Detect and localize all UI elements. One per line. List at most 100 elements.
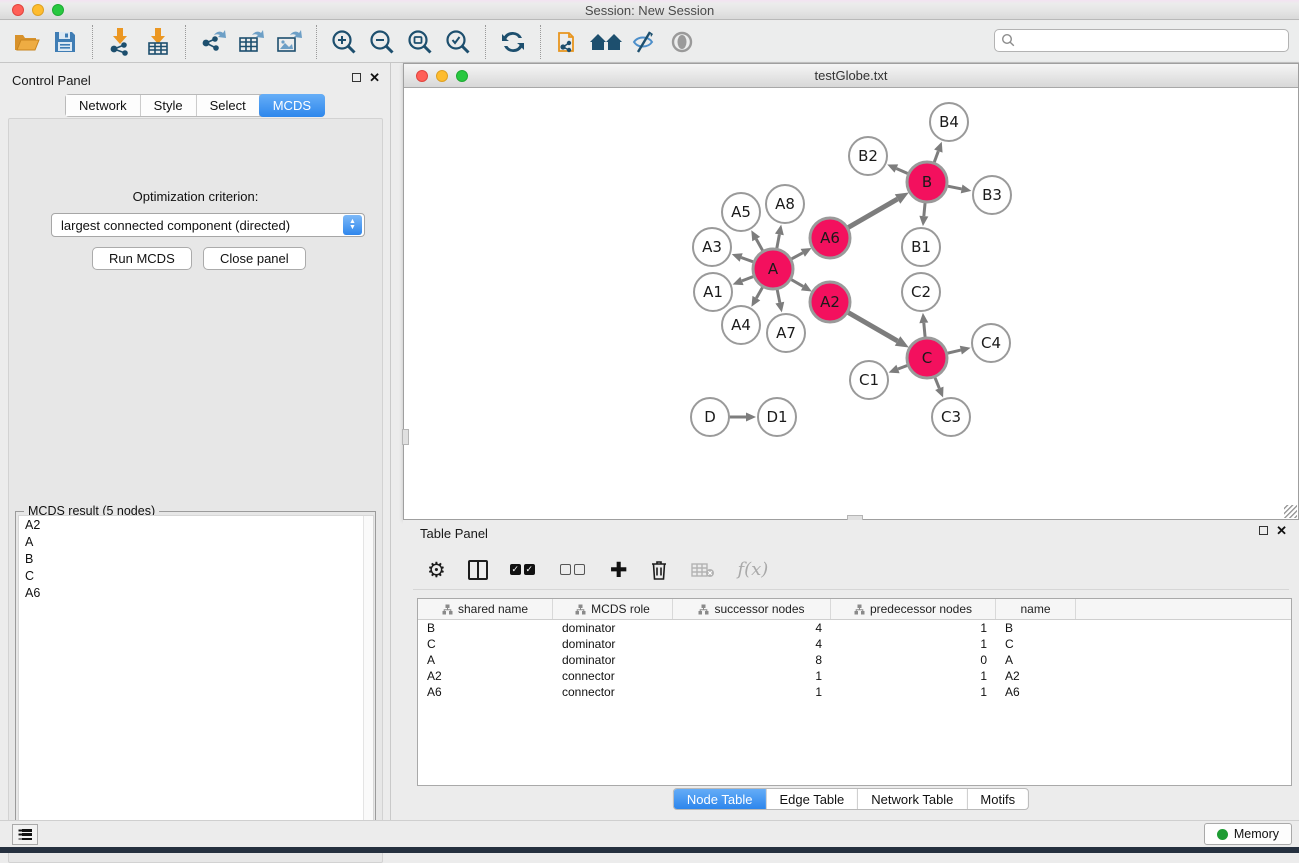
mcds-result-list[interactable]: A2ABCA6: [18, 515, 374, 848]
cell-name[interactable]: A2: [996, 668, 1076, 684]
table-row[interactable]: Adominator80A: [418, 652, 1291, 668]
cell-predecessor-nodes[interactable]: 1: [831, 684, 996, 700]
tab-mcds[interactable]: MCDS: [259, 94, 325, 117]
cell-predecessor-nodes[interactable]: 1: [831, 668, 996, 684]
import-table-icon[interactable]: [139, 25, 177, 59]
cell-predecessor-nodes[interactable]: 0: [831, 652, 996, 668]
clone-network-icon[interactable]: [549, 25, 587, 59]
node-B3[interactable]: B3: [973, 176, 1011, 214]
zoom-out-icon[interactable]: [363, 25, 401, 59]
node-A8[interactable]: A8: [766, 185, 804, 223]
cell-MCDS-role[interactable]: connector: [553, 668, 673, 684]
node-A1[interactable]: A1: [694, 273, 732, 311]
cell-MCDS-role[interactable]: connector: [553, 684, 673, 700]
cell-successor-nodes[interactable]: 4: [673, 620, 831, 636]
result-item[interactable]: A: [19, 533, 373, 550]
cell-MCDS-role[interactable]: dominator: [553, 652, 673, 668]
column-header-predecessor-nodes[interactable]: predecessor nodes: [831, 599, 996, 619]
node-table[interactable]: shared nameMCDS rolesuccessor nodesprede…: [417, 598, 1292, 786]
delete-columns-icon[interactable]: [649, 559, 669, 581]
node-A7[interactable]: A7: [767, 314, 805, 352]
zoom-in-icon[interactable]: [325, 25, 363, 59]
import-network-icon[interactable]: [101, 25, 139, 59]
criterion-dropdown[interactable]: largest connected component (directed) ▲…: [51, 213, 365, 237]
column-header-MCDS-role[interactable]: MCDS role: [553, 599, 673, 619]
tab-node-table[interactable]: Node Table: [674, 789, 767, 809]
node-B1[interactable]: B1: [902, 228, 940, 266]
cell-name[interactable]: A: [996, 652, 1076, 668]
cell-successor-nodes[interactable]: 1: [673, 668, 831, 684]
cell-shared-name[interactable]: A: [418, 652, 553, 668]
close-table-panel-icon[interactable]: ✕: [1276, 526, 1287, 535]
cell-shared-name[interactable]: B: [418, 620, 553, 636]
node-D1[interactable]: D1: [758, 398, 796, 436]
table-options-icon[interactable]: ⚙: [427, 560, 446, 580]
node-A4[interactable]: A4: [722, 306, 760, 344]
column-header-successor-nodes[interactable]: successor nodes: [673, 599, 831, 619]
export-image-icon[interactable]: [270, 25, 308, 59]
cell-name[interactable]: A6: [996, 684, 1076, 700]
cell-MCDS-role[interactable]: dominator: [553, 620, 673, 636]
node-B[interactable]: B: [907, 162, 947, 202]
birdseye-view-icon[interactable]: [663, 25, 701, 59]
network-canvas[interactable]: B4B2BB3A8A5A6A3B1AA1C2A2A4A7CC4C1C3DD1: [404, 88, 1298, 517]
table-row[interactable]: Bdominator41B: [418, 620, 1291, 636]
float-panel-icon[interactable]: [352, 73, 361, 82]
tab-style[interactable]: Style: [141, 95, 197, 116]
cell-MCDS-role[interactable]: dominator: [553, 636, 673, 652]
result-scrollbar[interactable]: [363, 516, 373, 847]
result-item[interactable]: B: [19, 550, 373, 567]
column-header-shared-name[interactable]: shared name: [418, 599, 553, 619]
table-row[interactable]: Cdominator41C: [418, 636, 1291, 652]
cell-predecessor-nodes[interactable]: 1: [831, 636, 996, 652]
cell-successor-nodes[interactable]: 8: [673, 652, 831, 668]
toggle-panes-icon[interactable]: [468, 560, 488, 580]
cell-predecessor-nodes[interactable]: 1: [831, 620, 996, 636]
node-C2[interactable]: C2: [902, 273, 940, 311]
export-network-icon[interactable]: [194, 25, 232, 59]
zoom-fit-icon[interactable]: [401, 25, 439, 59]
node-C4[interactable]: C4: [972, 324, 1010, 362]
export-table-icon[interactable]: [232, 25, 270, 59]
function-builder-icon[interactable]: f(x): [737, 559, 768, 580]
node-A3[interactable]: A3: [693, 228, 731, 266]
memory-button[interactable]: Memory: [1204, 823, 1292, 845]
left-edge-handle[interactable]: [402, 429, 409, 445]
delete-table-icon[interactable]: [691, 562, 715, 578]
close-panel-icon[interactable]: ✕: [369, 73, 380, 82]
toggle-graphics-details-icon[interactable]: [625, 25, 663, 59]
result-item[interactable]: C: [19, 567, 373, 584]
zoom-selected-icon[interactable]: [439, 25, 477, 59]
run-mcds-button[interactable]: Run MCDS: [92, 247, 192, 270]
tab-motifs[interactable]: Motifs: [967, 789, 1028, 809]
search-input[interactable]: [1016, 34, 1288, 48]
search-field[interactable]: [994, 29, 1289, 52]
tab-network[interactable]: Network: [66, 95, 141, 116]
close-panel-button[interactable]: Close panel: [203, 247, 306, 270]
tab-edge-table[interactable]: Edge Table: [766, 789, 858, 809]
node-C1[interactable]: C1: [850, 361, 888, 399]
select-all-columns-icon[interactable]: ✓✓: [510, 564, 538, 575]
cell-shared-name[interactable]: A6: [418, 684, 553, 700]
cell-name[interactable]: C: [996, 636, 1076, 652]
add-column-icon[interactable]: ✚: [610, 558, 628, 582]
node-B2[interactable]: B2: [849, 137, 887, 175]
refresh-icon[interactable]: [494, 25, 532, 59]
cell-successor-nodes[interactable]: 4: [673, 636, 831, 652]
cell-shared-name[interactable]: C: [418, 636, 553, 652]
tab-select[interactable]: Select: [197, 95, 260, 116]
resize-grip[interactable]: [1284, 505, 1297, 518]
result-item[interactable]: A2: [19, 516, 373, 533]
node-C3[interactable]: C3: [932, 398, 970, 436]
node-A5[interactable]: A5: [722, 193, 760, 231]
node-C[interactable]: C: [907, 338, 947, 378]
table-row[interactable]: A2connector11A2: [418, 668, 1291, 684]
node-A2[interactable]: A2: [810, 282, 850, 322]
home-icon[interactable]: [587, 25, 625, 59]
column-header-name[interactable]: name: [996, 599, 1076, 619]
node-A[interactable]: A: [753, 249, 793, 289]
deselect-all-columns-icon[interactable]: [560, 564, 588, 575]
tab-network-table[interactable]: Network Table: [858, 789, 967, 809]
cell-shared-name[interactable]: A2: [418, 668, 553, 684]
task-history-button[interactable]: [12, 824, 38, 845]
